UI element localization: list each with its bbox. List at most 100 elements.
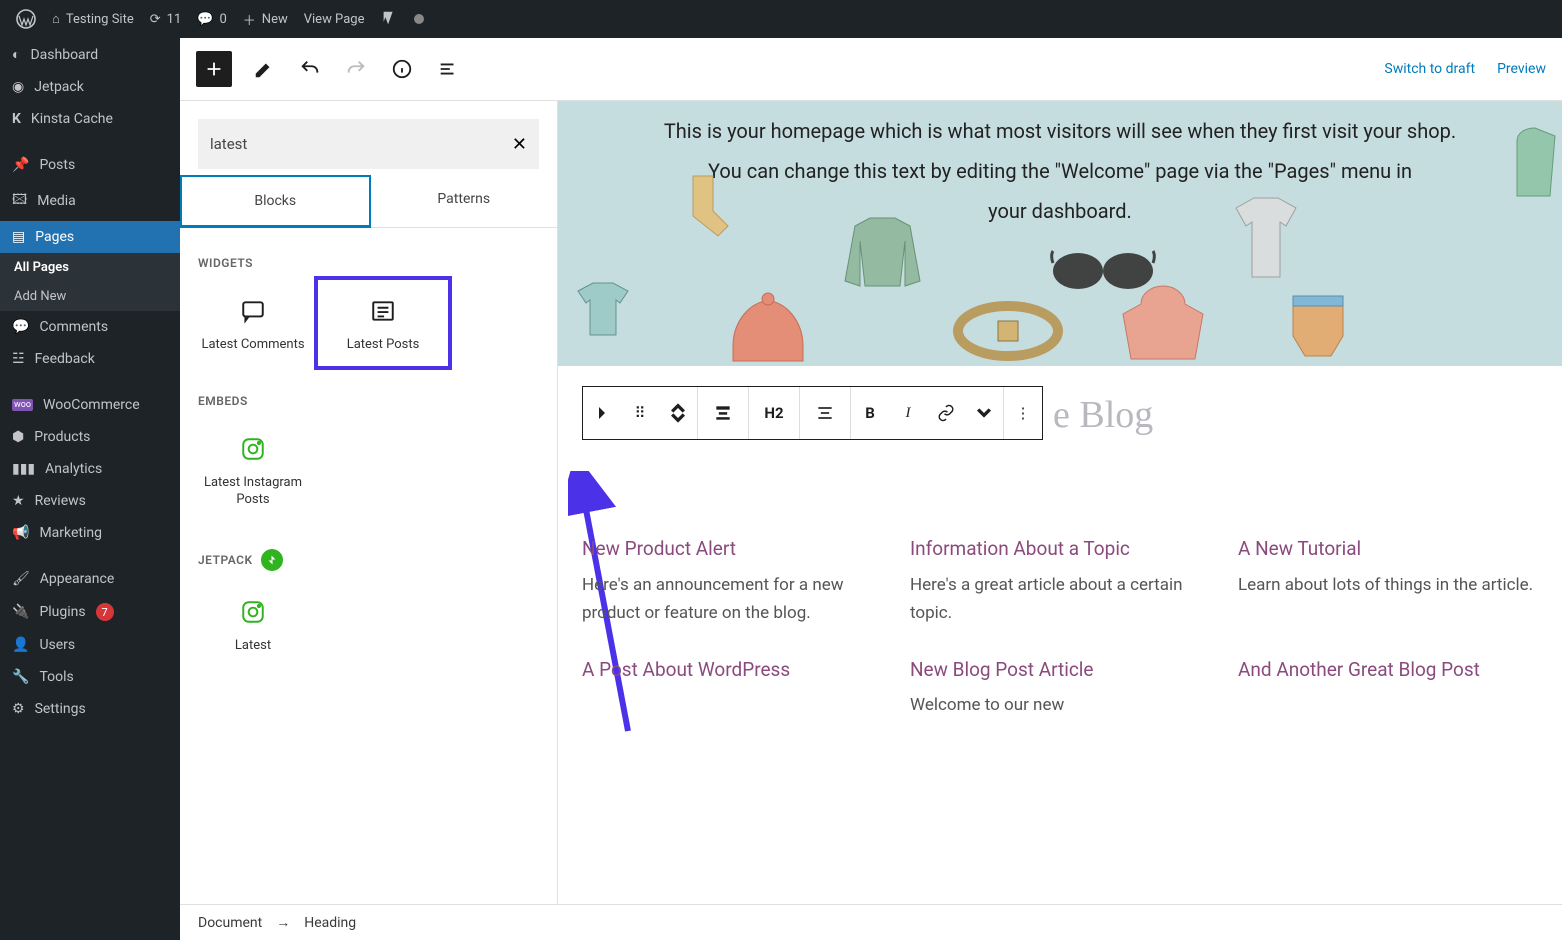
move-updown-button[interactable] — [659, 386, 697, 440]
sidebar-item-products[interactable]: ⬢Products — [0, 421, 180, 453]
yoast-icon[interactable] — [372, 0, 406, 38]
wrench-icon: 🔧 — [12, 669, 29, 685]
submenu-add-new[interactable]: Add New — [0, 282, 180, 311]
plugins-badge: 7 — [96, 603, 114, 621]
sidebar-item-reviews[interactable]: ★Reviews — [0, 485, 180, 517]
post-title-link[interactable]: A Post About WordPress — [582, 657, 790, 684]
sidebar-item-plugins[interactable]: 🔌Plugins 7 — [0, 595, 180, 629]
post-item[interactable]: And Another Great Blog Post — [1238, 657, 1538, 720]
page-icon: ▤ — [12, 229, 25, 245]
post-title-link[interactable]: New Blog Post Article — [910, 657, 1094, 684]
star-icon: ★ — [12, 493, 25, 509]
instagram-icon — [240, 436, 266, 462]
post-title-link[interactable]: Information About a Topic — [910, 536, 1130, 563]
post-item[interactable]: New Blog Post ArticleWelcome to our new — [910, 657, 1210, 720]
block-latest-comments[interactable]: Latest Comments — [188, 280, 318, 366]
menu-separator — [0, 375, 180, 389]
jetpack-badge-icon — [261, 549, 283, 571]
outline-button[interactable] — [434, 51, 462, 87]
sidebar-item-pages[interactable]: ▤Pages — [0, 221, 180, 253]
add-block-button[interactable] — [196, 51, 232, 87]
media-icon: 🖾 — [12, 189, 27, 213]
site-name[interactable]: ⌂Testing Site — [44, 0, 142, 38]
undo-button[interactable] — [296, 51, 324, 87]
block-toolbar: ⠿ H2 B I — [582, 386, 1043, 440]
preview-link[interactable]: Preview — [1497, 61, 1546, 77]
comment-icon: 💬 — [12, 319, 29, 335]
post-item[interactable]: New Product AlertHere's an announcement … — [582, 536, 882, 627]
edit-mode-button[interactable] — [250, 51, 278, 87]
sidebar-item-appearance[interactable]: 🖌Appearance — [0, 563, 180, 595]
home-icon: ⌂ — [52, 11, 60, 27]
pin-icon: 📌 — [12, 157, 29, 173]
brush-icon: 🖌 — [12, 571, 30, 587]
breadcrumb-heading[interactable]: Heading — [304, 915, 356, 931]
hero-text-1[interactable]: This is your homepage which is what most… — [664, 111, 1456, 151]
post-item[interactable]: Information About a Topic Here's a great … — [910, 536, 1210, 627]
redo-button[interactable] — [342, 51, 370, 87]
block-more-options-button[interactable]: ⋮ — [1004, 386, 1042, 440]
sidebar-item-dashboard[interactable]: ◐Dashboard — [0, 38, 180, 71]
view-page[interactable]: View Page — [296, 0, 373, 38]
align-button[interactable] — [698, 386, 748, 440]
new-content[interactable]: ＋New — [235, 0, 296, 38]
sidebar-item-feedback[interactable]: ☳Feedback — [0, 343, 180, 375]
sidebar-item-woocommerce[interactable]: wooWooCommerce — [0, 389, 180, 421]
bold-button[interactable]: B — [851, 386, 889, 440]
admin-bar: ⌂Testing Site ⟳11 💬0 ＋New View Page — [0, 0, 1562, 38]
doodle-shirt-icon — [568, 281, 638, 341]
breadcrumb-document[interactable]: Document — [198, 915, 262, 931]
italic-button[interactable]: I — [889, 386, 927, 440]
block-jetpack-latest[interactable]: Latest — [188, 581, 318, 667]
drag-handle[interactable]: ⠿ — [621, 386, 659, 440]
tab-patterns[interactable]: Patterns — [371, 175, 558, 227]
latest-posts-block[interactable]: New Product AlertHere's an announcement … — [582, 536, 1538, 719]
post-excerpt: Here's a great article about a certain t… — [910, 571, 1210, 627]
sidebar-item-kinsta[interactable]: KKinsta Cache — [0, 103, 180, 135]
block-latest-instagram[interactable]: Latest Instagram Posts — [188, 418, 318, 521]
wp-logo[interactable] — [8, 0, 44, 38]
post-item[interactable]: A Post About WordPress — [582, 657, 882, 720]
sidebar-item-analytics[interactable]: ▮▮▮Analytics — [0, 453, 180, 485]
chevron-right-icon: → — [276, 914, 290, 931]
hero-cover-block[interactable]: This is your homepage which is what most… — [558, 101, 1562, 366]
sidebar-item-settings[interactable]: ⚙Settings — [0, 693, 180, 725]
doodle-jacket-icon — [840, 216, 925, 296]
sidebar-item-marketing[interactable]: 📢Marketing — [0, 517, 180, 549]
doodle-hoodie-icon — [1113, 281, 1213, 371]
block-type-button[interactable] — [583, 386, 621, 440]
block-latest-posts[interactable]: Latest Posts — [318, 280, 448, 366]
heading-block-content[interactable]: e Blog — [1053, 393, 1153, 437]
post-title-link[interactable]: A New Tutorial — [1238, 536, 1361, 563]
sidebar-item-users[interactable]: 👤Users — [0, 629, 180, 661]
updates[interactable]: ⟳11 — [142, 0, 190, 38]
link-button[interactable] — [927, 386, 965, 440]
clear-search-icon[interactable]: ✕ — [512, 134, 527, 155]
sidebar-item-media[interactable]: 🖾Media — [0, 181, 180, 221]
submenu-all-pages[interactable]: All Pages — [0, 253, 180, 282]
inserter-tabs: Blocks Patterns — [180, 175, 557, 228]
sidebar-item-tools[interactable]: 🔧Tools — [0, 661, 180, 693]
more-rich-text-button[interactable] — [965, 386, 1003, 440]
block-search-input[interactable] — [210, 135, 512, 153]
post-title-link[interactable]: And Another Great Blog Post — [1238, 657, 1480, 684]
comments-count[interactable]: 💬0 — [189, 0, 235, 38]
tab-blocks[interactable]: Blocks — [180, 175, 371, 228]
switch-draft-link[interactable]: Switch to draft — [1384, 61, 1475, 77]
sidebar-item-comments[interactable]: 💬Comments — [0, 311, 180, 343]
doodle-onesie-icon — [1278, 291, 1358, 361]
category-jetpack: JETPACK — [188, 521, 549, 581]
sidebar-item-posts[interactable]: 📌Posts — [0, 149, 180, 181]
details-button[interactable] — [388, 51, 416, 87]
post-item[interactable]: A New TutorialLearn about lots of things… — [1238, 536, 1538, 627]
status-dot[interactable] — [406, 0, 432, 38]
post-title-link[interactable]: New Product Alert — [582, 536, 736, 563]
analytics-icon: ▮▮▮ — [12, 461, 35, 477]
text-align-button[interactable] — [800, 386, 850, 440]
sidebar-item-jetpack[interactable]: ◉Jetpack — [0, 71, 180, 103]
dashboard-icon: ◐ — [12, 46, 20, 63]
heading-level-button[interactable]: H2 — [749, 386, 799, 440]
editor-canvas[interactable]: This is your homepage which is what most… — [558, 101, 1562, 940]
menu-separator — [0, 135, 180, 149]
jetpack-icon: ◉ — [12, 79, 24, 95]
